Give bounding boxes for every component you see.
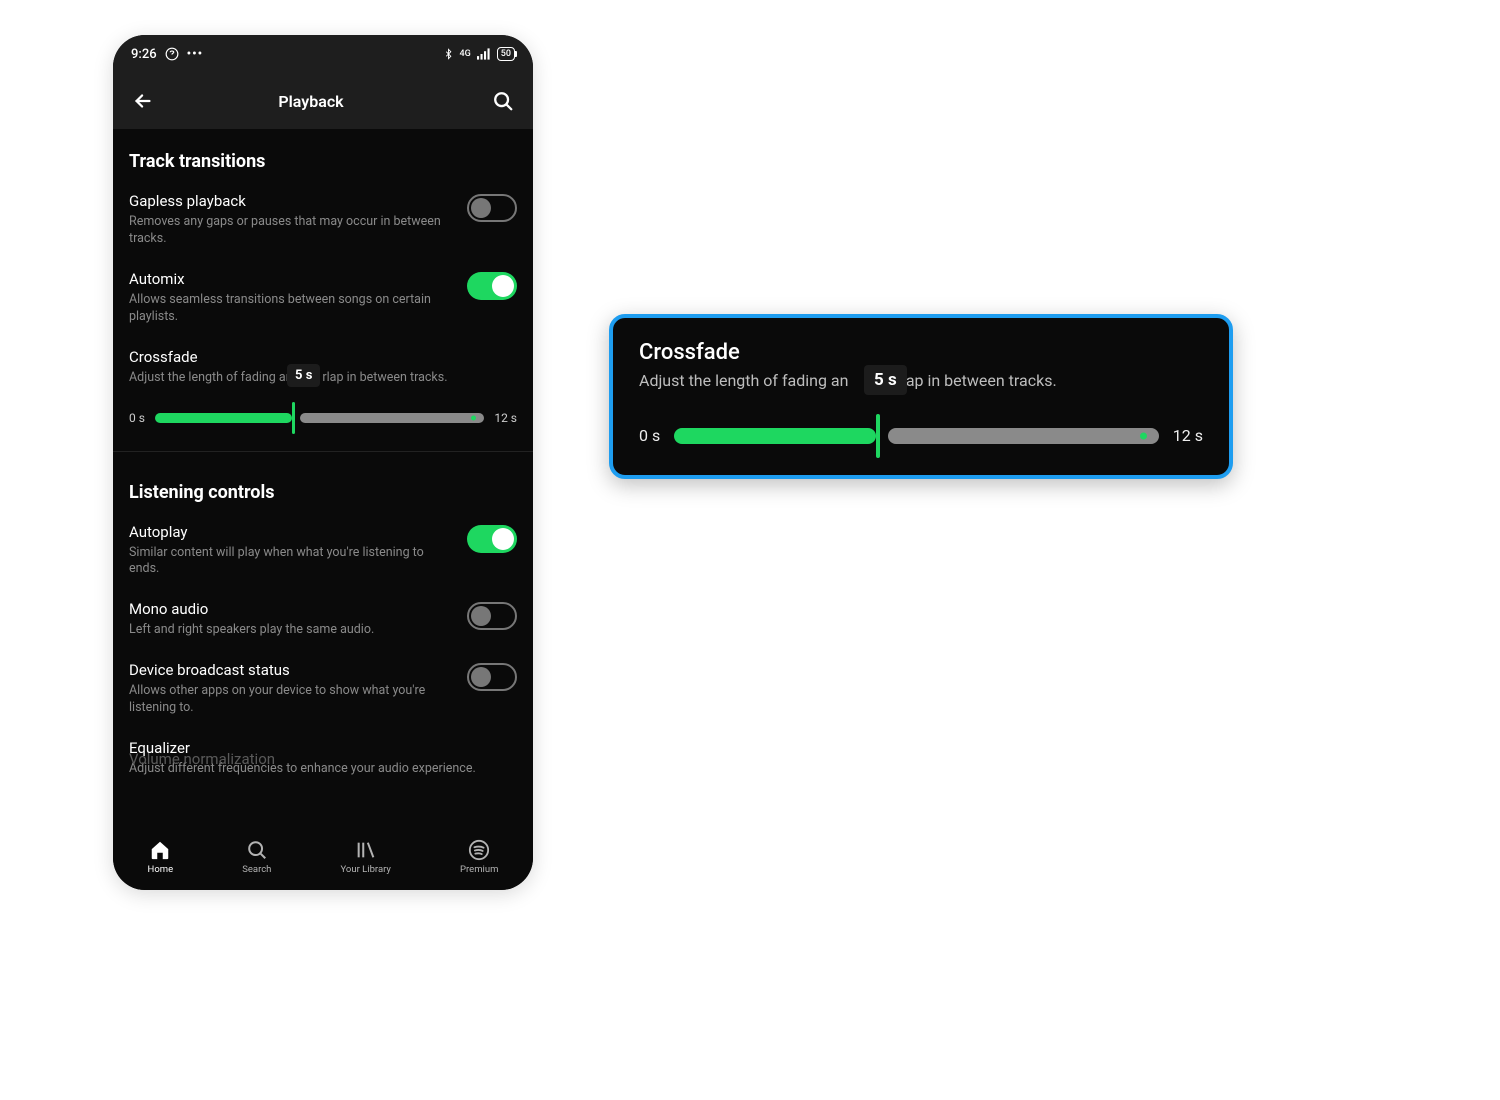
divider (113, 451, 533, 452)
setting-gapless-desc: Removes any gaps or pauses that may occu… (129, 214, 453, 248)
callout-crossfade-slider[interactable] (674, 430, 1159, 442)
setting-autoplay-label: Autoplay (129, 523, 453, 541)
setting-gapless-label: Gapless playback (129, 192, 453, 210)
bottom-nav: Home Search Your Library Premium (113, 828, 533, 890)
crossfade-tooltip: 5 s (287, 364, 320, 387)
crossfade-min: 0 s (129, 411, 145, 425)
setting-autoplay-desc: Similar content will play when what you'… (129, 545, 453, 579)
nav-library[interactable]: Your Library (341, 839, 391, 875)
crossfade-max: 12 s (494, 411, 517, 425)
callout-crossfade-max: 12 s (1173, 426, 1203, 445)
network-type: 4G (460, 49, 471, 59)
toggle-autoplay[interactable] (467, 525, 517, 553)
toggle-automix[interactable] (467, 272, 517, 300)
setting-volnorm-cutoff: Volume normalization (129, 750, 275, 768)
setting-autoplay[interactable]: Autoplay Similar content will play when … (113, 513, 533, 591)
toggle-mono[interactable] (467, 602, 517, 630)
search-button[interactable] (489, 87, 517, 115)
setting-broadcast[interactable]: Device broadcast status Allows other app… (113, 651, 533, 729)
setting-automix-label: Automix (129, 270, 453, 288)
status-bar: 9:26 ••• 4G 50 (113, 35, 533, 73)
more-icon: ••• (187, 47, 204, 62)
back-button[interactable] (129, 87, 157, 115)
setting-broadcast-desc: Allows other apps on your device to show… (129, 683, 453, 717)
whatsapp-icon (165, 47, 179, 61)
page-title: Playback (157, 92, 465, 111)
callout-crossfade-label: Crossfade (639, 340, 1203, 365)
callout-crossfade-desc: Adjust the length of fading an 5 s XXXX … (639, 371, 1203, 390)
spotify-icon (468, 839, 490, 861)
bluetooth-icon (443, 47, 454, 61)
setting-mono[interactable]: Mono audio Left and right speakers play … (113, 590, 533, 651)
crossfade-slider[interactable] (155, 412, 484, 424)
callout-crossfade-min: 0 s (639, 426, 660, 445)
search-icon (246, 839, 268, 861)
battery-icon: 50 (497, 47, 515, 61)
callout-crossfade-tooltip: 5 s (864, 365, 907, 395)
crossfade-callout: Crossfade Adjust the length of fading an… (609, 314, 1233, 479)
home-icon (149, 839, 171, 861)
section-listening-controls: Listening controls (113, 460, 533, 513)
signal-icon (477, 48, 491, 60)
app-header: Playback (113, 73, 533, 129)
crossfade-label: Crossfade (129, 348, 517, 366)
setting-mono-label: Mono audio (129, 600, 453, 618)
toggle-broadcast[interactable] (467, 663, 517, 691)
phone-frame: 9:26 ••• 4G 50 Playback Track trans (113, 35, 533, 890)
nav-home[interactable]: Home (148, 839, 174, 875)
setting-broadcast-label: Device broadcast status (129, 661, 453, 679)
toggle-gapless[interactable] (467, 194, 517, 222)
setting-crossfade: Crossfade Adjust the length of fading an… (113, 338, 533, 443)
setting-automix-desc: Allows seamless transitions between song… (129, 292, 453, 326)
setting-automix[interactable]: Automix Allows seamless transitions betw… (113, 260, 533, 338)
nav-premium[interactable]: Premium (460, 839, 498, 875)
status-time: 9:26 (131, 47, 157, 62)
section-track-transitions: Track transitions (113, 129, 533, 182)
crossfade-desc: Adjust the length of fading an 5 s XXX r… (129, 370, 517, 385)
setting-mono-desc: Left and right speakers play the same au… (129, 622, 453, 639)
nav-search[interactable]: Search (242, 839, 271, 875)
library-icon (355, 839, 377, 861)
setting-gapless[interactable]: Gapless playback Removes any gaps or pau… (113, 182, 533, 260)
settings-content[interactable]: Track transitions Gapless playback Remov… (113, 129, 533, 828)
